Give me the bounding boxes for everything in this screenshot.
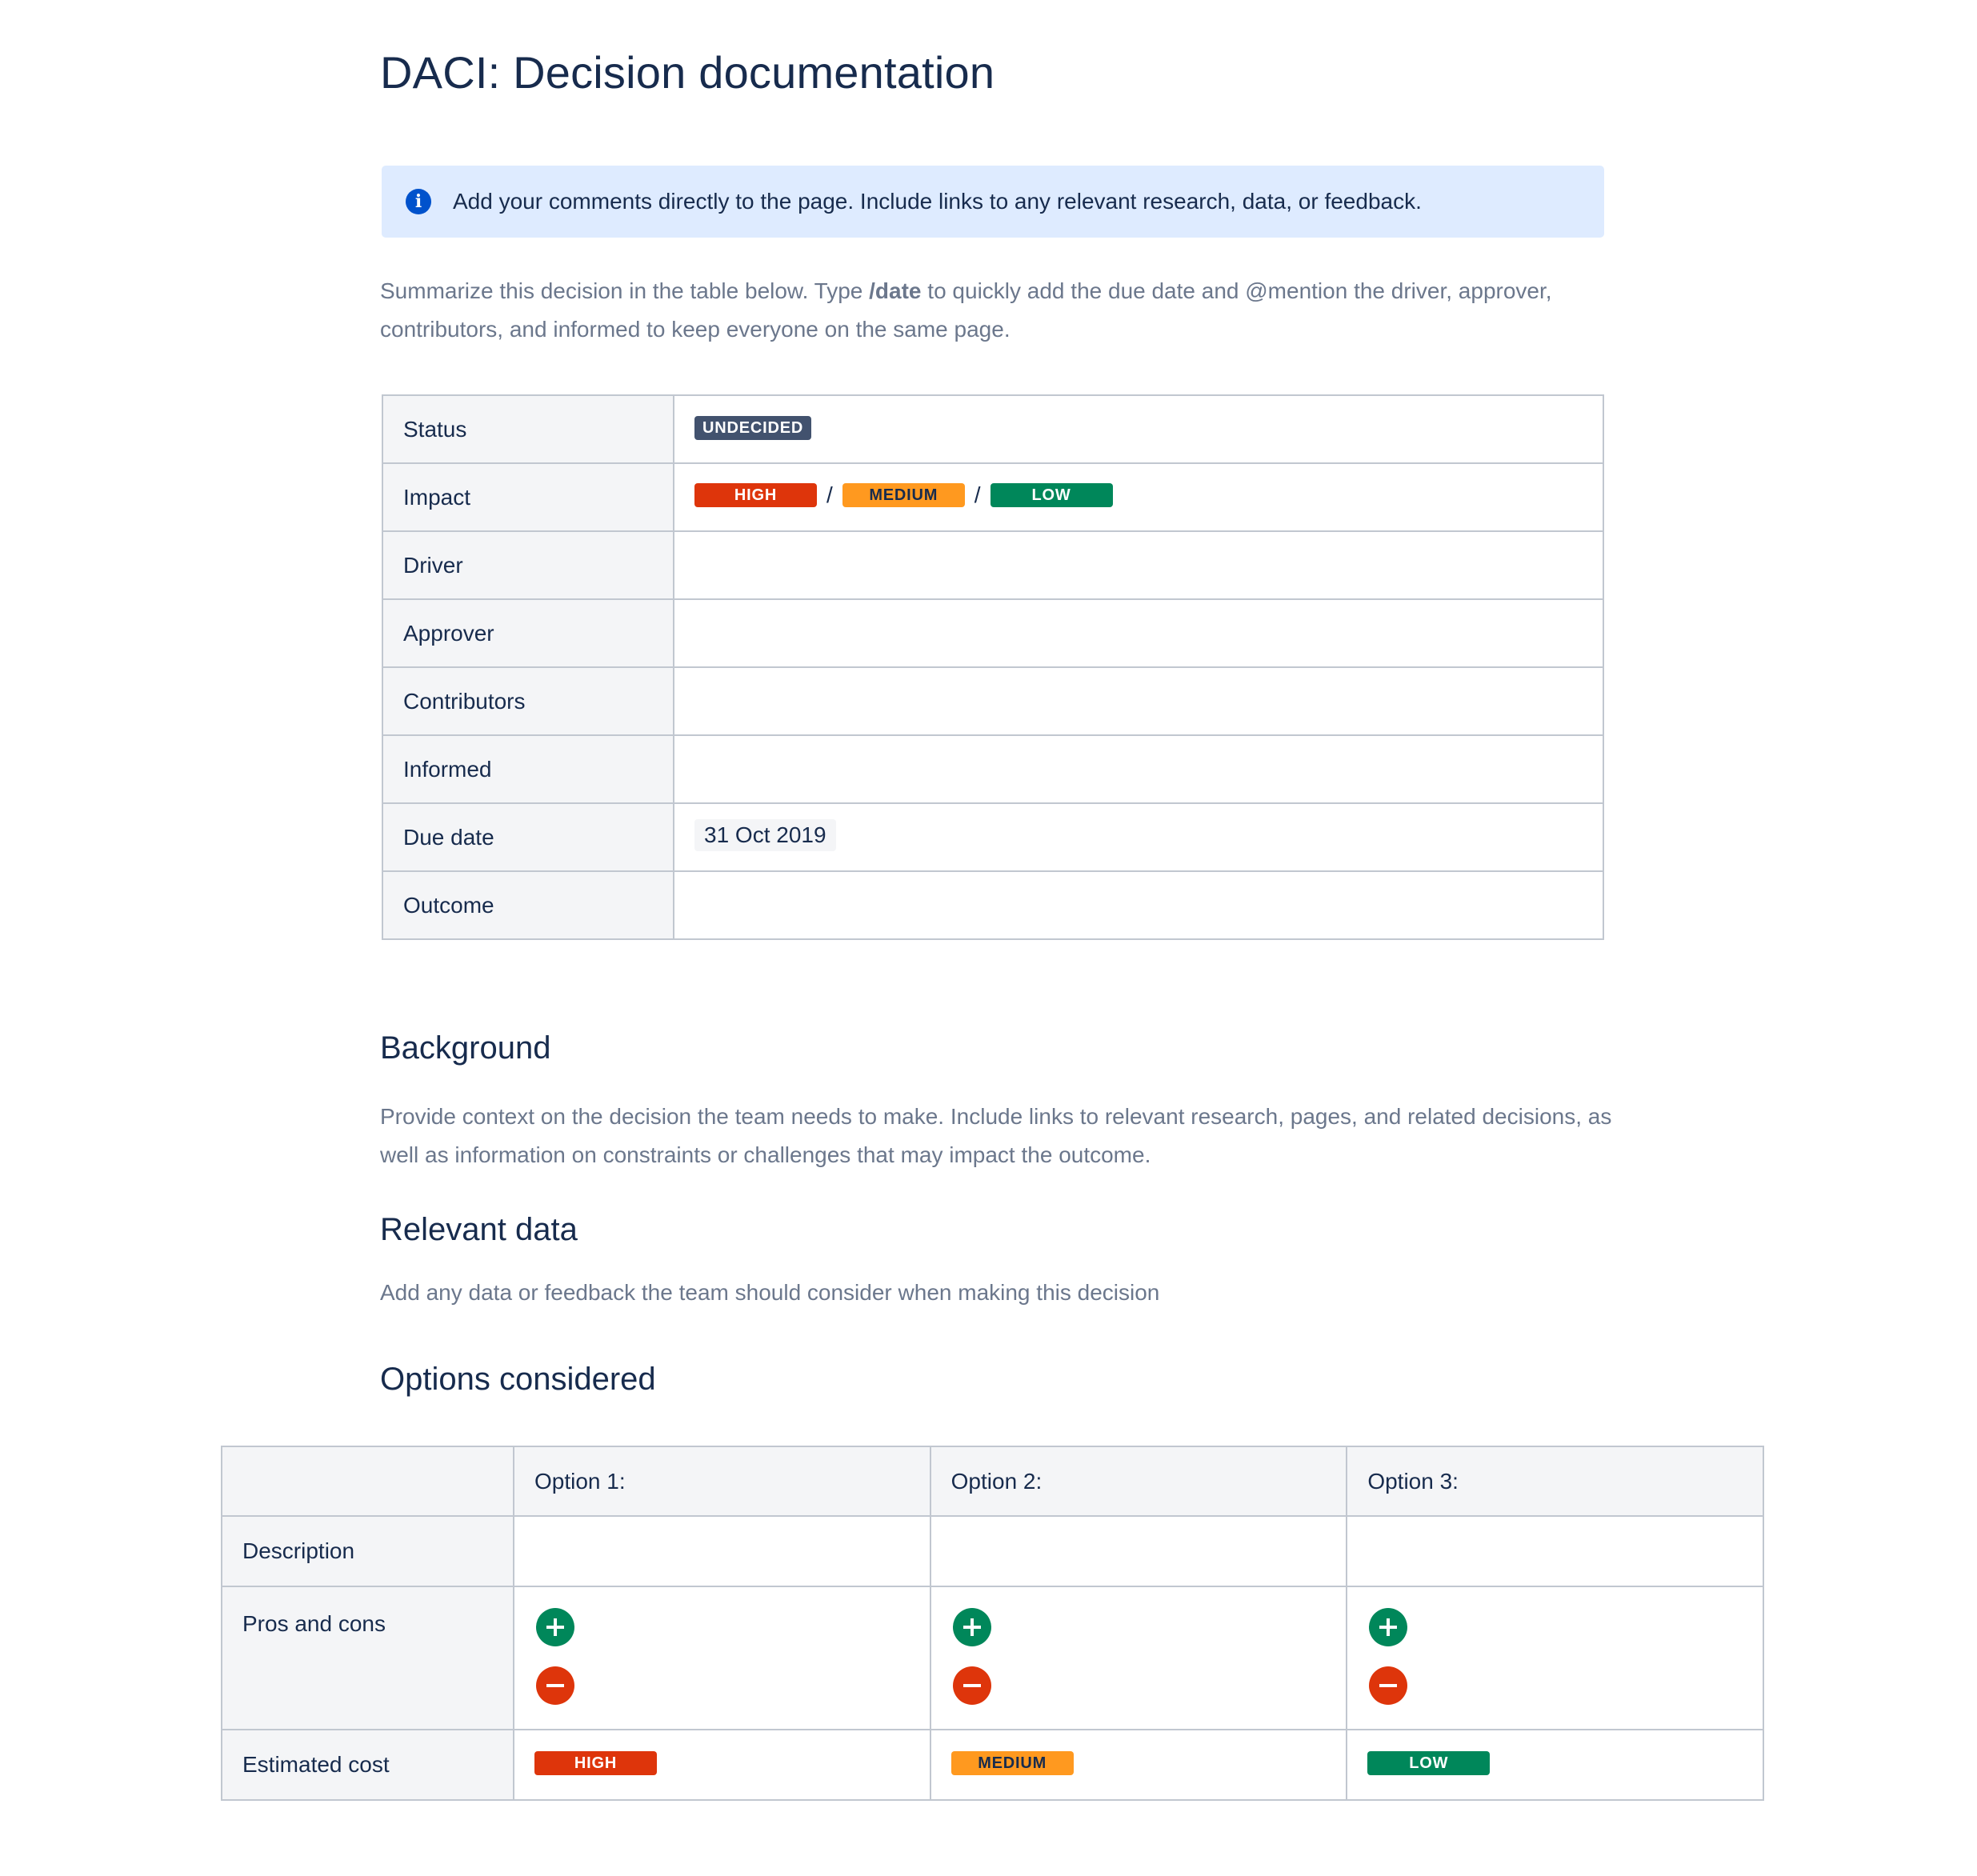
intro-text-start: Summarize this decision in the table bel… — [380, 278, 870, 303]
intro-command: /date — [869, 278, 922, 303]
background-heading: Background — [380, 1030, 551, 1066]
table-row: Outcome — [382, 870, 1604, 940]
estimated-cost-label: Estimated cost — [221, 1729, 514, 1801]
page-title: DACI: Decision documentation — [380, 47, 995, 98]
cost-medium-badge[interactable]: MEDIUM — [950, 1751, 1074, 1776]
pros-cons-label: Pros and cons — [221, 1586, 514, 1730]
option-2-cost-cell[interactable]: MEDIUM — [929, 1729, 1348, 1801]
impact-low-badge[interactable]: LOW — [990, 483, 1113, 508]
due-date-pill[interactable]: 31 Oct 2019 — [694, 818, 836, 851]
decision-summary-table: Status UNDECIDED Impact HIGH / MEDIUM / LOW … — [382, 394, 1604, 940]
option-3-header[interactable]: Option 3: — [1346, 1446, 1764, 1517]
status-value-cell[interactable]: UNDECIDED — [673, 394, 1604, 464]
header-empty-cell — [221, 1446, 514, 1517]
table-row: Status UNDECIDED — [382, 394, 1604, 464]
impact-high-badge[interactable]: HIGH — [694, 483, 817, 508]
intro-paragraph: Summarize this decision in the table bel… — [380, 272, 1612, 349]
option-2-description-cell[interactable] — [929, 1515, 1348, 1587]
option-2-pros-cons-cell[interactable] — [929, 1586, 1348, 1730]
plus-circle-icon — [536, 1608, 574, 1646]
minus-circle-icon — [536, 1666, 574, 1705]
option-1-cost-cell[interactable]: HIGH — [513, 1729, 931, 1801]
option-2-header[interactable]: Option 2: — [929, 1446, 1348, 1517]
approver-value-cell[interactable] — [673, 598, 1604, 668]
outcome-value-cell[interactable] — [673, 870, 1604, 940]
option-1-description-cell[interactable] — [513, 1515, 931, 1587]
impact-medium-badge[interactable]: MEDIUM — [842, 483, 965, 508]
options-heading: Options considered — [380, 1362, 656, 1397]
options-table: Option 1: Option 2: Option 3: Descriptio… — [221, 1446, 1764, 1801]
option-3-cost-cell[interactable]: LOW — [1346, 1729, 1764, 1801]
plus-circle-icon — [952, 1608, 991, 1646]
relevant-data-heading: Relevant data — [380, 1212, 578, 1247]
info-panel: i Add your comments directly to the page… — [382, 166, 1604, 238]
contributors-label: Contributors — [382, 666, 674, 736]
option-3-description-cell[interactable] — [1346, 1515, 1764, 1587]
impact-value-cell[interactable]: HIGH / MEDIUM / LOW — [673, 462, 1604, 532]
informed-label: Informed — [382, 734, 674, 804]
status-label: Status — [382, 394, 674, 464]
table-row: Driver — [382, 530, 1604, 600]
option-3-pros-cons-cell[interactable] — [1346, 1586, 1764, 1730]
table-row: Impact HIGH / MEDIUM / LOW — [382, 462, 1604, 532]
description-label: Description — [221, 1515, 514, 1587]
option-1-pros-cons-cell[interactable] — [513, 1586, 931, 1730]
table-row: Contributors — [382, 666, 1604, 736]
approver-label: Approver — [382, 598, 674, 668]
impact-separator: / — [826, 482, 833, 508]
table-header-row: Option 1: Option 2: Option 3: — [221, 1446, 1764, 1517]
cost-high-badge[interactable]: HIGH — [534, 1751, 657, 1776]
table-row: Informed — [382, 734, 1604, 804]
contributors-value-cell[interactable] — [673, 666, 1604, 736]
status-badge[interactable]: UNDECIDED — [694, 415, 812, 440]
cost-low-badge[interactable]: LOW — [1367, 1751, 1491, 1776]
page: DACI: Decision documentation i Add your … — [0, 0, 1977, 1876]
relevant-data-text: Add any data or feedback the team should… — [380, 1280, 1160, 1305]
info-icon: i — [406, 189, 431, 214]
table-row: Description — [221, 1515, 1764, 1587]
table-row: Pros and cons — [221, 1586, 1764, 1730]
table-row: Due date 31 Oct 2019 — [382, 802, 1604, 872]
minus-circle-icon — [1369, 1666, 1408, 1705]
driver-value-cell[interactable] — [673, 530, 1604, 600]
due-date-value-cell[interactable]: 31 Oct 2019 — [673, 802, 1604, 872]
due-date-label: Due date — [382, 802, 674, 872]
informed-value-cell[interactable] — [673, 734, 1604, 804]
info-panel-text: Add your comments directly to the page. … — [453, 189, 1422, 214]
plus-circle-icon — [1369, 1608, 1408, 1646]
minus-circle-icon — [952, 1666, 991, 1705]
background-text: Provide context on the decision the team… — [380, 1104, 1612, 1167]
outcome-label: Outcome — [382, 870, 674, 940]
impact-label: Impact — [382, 462, 674, 532]
impact-separator: / — [974, 482, 981, 508]
driver-label: Driver — [382, 530, 674, 600]
option-1-header[interactable]: Option 1: — [513, 1446, 931, 1517]
table-row: Estimated cost HIGH MEDIUM LOW — [221, 1729, 1764, 1801]
table-row: Approver — [382, 598, 1604, 668]
